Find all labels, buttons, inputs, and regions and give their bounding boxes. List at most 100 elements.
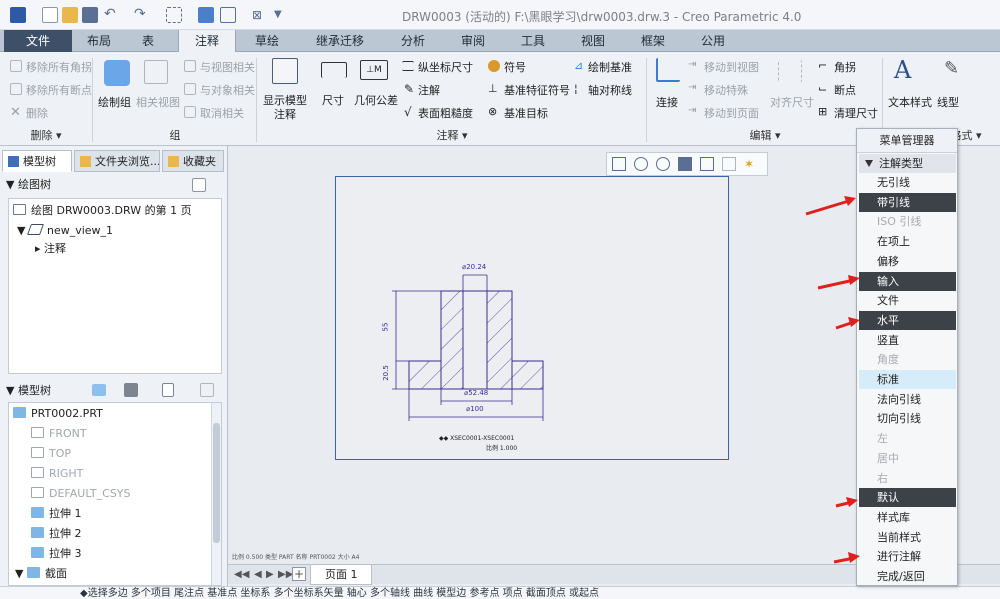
tree-item-right[interactable]: RIGHT <box>31 465 83 483</box>
annotate-group-label[interactable]: 注释 ▾ <box>258 127 646 145</box>
edit-group-label[interactable]: 编辑 ▾ <box>648 127 882 145</box>
regenerate-icon[interactable] <box>198 7 214 23</box>
tree-settings-icon[interactable] <box>192 178 206 192</box>
menu-item[interactable]: 样式库 <box>859 508 956 527</box>
menu-item[interactable]: 竖直 <box>859 331 956 350</box>
page-tab[interactable]: 页面 1 <box>310 565 372 585</box>
related-view-button[interactable]: 相关视图 <box>136 94 180 110</box>
tab-tools[interactable]: 工具 <box>508 30 558 52</box>
remove-all-corners-button[interactable]: 移除所有角拐 <box>26 59 92 75</box>
dim-bottom-label[interactable]: ⌀100 <box>466 405 484 413</box>
tab-model-tree[interactable]: 模型树 <box>2 150 72 172</box>
menu-item[interactable]: 默认 <box>859 488 956 507</box>
symbol-button[interactable]: 符号 <box>504 59 526 75</box>
filter-icon[interactable] <box>200 383 214 397</box>
relate-to-view-button[interactable]: 与视图相关 <box>200 59 255 75</box>
dim-mid-label[interactable]: ⌀52.48 <box>464 389 488 397</box>
undo-icon[interactable]: ↶ <box>104 7 120 23</box>
tab-analysis[interactable]: 分析 <box>388 30 438 52</box>
menu-item[interactable]: 切向引线 <box>859 409 956 428</box>
draw-datum-button[interactable]: 绘制基准 <box>588 59 632 75</box>
tab-file[interactable]: 文件 <box>4 30 72 52</box>
chevron-down-icon[interactable]: ▼ <box>274 7 290 23</box>
next-page-icon[interactable]: ▶ <box>266 569 274 580</box>
delete-group-label[interactable]: 删除 ▾ <box>0 127 92 145</box>
windows-icon[interactable] <box>220 7 236 23</box>
settings-icon[interactable] <box>124 383 138 397</box>
display-style-icon[interactable] <box>700 157 714 171</box>
refit-icon[interactable] <box>612 157 626 171</box>
text-style-button[interactable]: 文本样式 <box>888 94 932 110</box>
open-folder-icon[interactable] <box>62 7 78 23</box>
dimension-button[interactable]: 尺寸 <box>322 92 344 108</box>
align-dimensions-button[interactable]: 对齐尺寸 <box>770 94 814 110</box>
zoom-out-icon[interactable] <box>656 157 670 171</box>
tree-item-csys[interactable]: DEFAULT_CSYS <box>31 485 131 503</box>
close-window-icon[interactable]: ⊠ <box>252 7 268 23</box>
first-page-icon[interactable]: ◀◀ <box>234 569 249 580</box>
cleanup-dimensions-button[interactable]: 清理尺寸 <box>834 105 878 121</box>
tree-item-front[interactable]: FRONT <box>31 425 87 443</box>
model-tree-header[interactable]: ▼ 模型树 <box>6 380 51 402</box>
tab-frame[interactable]: 框架 <box>628 30 678 52</box>
remove-all-breaks-button[interactable]: 移除所有断点 <box>26 82 92 98</box>
show-icon[interactable] <box>162 383 174 397</box>
move-special-button[interactable]: 移动特殊 <box>704 82 748 98</box>
tree-item-section[interactable]: ▼ 截面 <box>15 565 67 583</box>
tree-item-top[interactable]: TOP <box>31 445 71 463</box>
move-to-page-button[interactable]: 移动到页面 <box>704 105 759 121</box>
tree-item-annotation[interactable]: ▸ 注释 <box>35 240 66 258</box>
tab-view[interactable]: 视图 <box>568 30 618 52</box>
surface-finish-button[interactable]: 表面粗糙度 <box>418 105 473 121</box>
scrollbar-thumb[interactable] <box>213 423 220 543</box>
tab-common[interactable]: 公用 <box>688 30 738 52</box>
tab-favorites[interactable]: 收藏夹 <box>162 150 224 172</box>
break-button[interactable]: 断点 <box>834 82 856 98</box>
menu-item[interactable]: 带引线 <box>859 193 956 212</box>
line-style-button[interactable]: 线型 <box>937 94 959 110</box>
axis-symmetry-button[interactable]: 轴对称线 <box>588 82 632 98</box>
delete-button[interactable]: 删除 <box>26 105 48 121</box>
save-icon[interactable] <box>82 7 98 23</box>
menu-section-note-types[interactable]: 注解类型 <box>859 154 956 173</box>
tab-sketch[interactable]: 草绘 <box>242 30 292 52</box>
geometric-tolerance-button[interactable]: 几何公差 <box>354 92 398 108</box>
tab-folder-browser[interactable]: 文件夹浏览... <box>74 150 160 172</box>
menu-item[interactable]: 无引线 <box>859 173 956 192</box>
tree-item-part[interactable]: PRT0002.PRT <box>13 405 103 423</box>
new-file-icon[interactable] <box>42 7 58 23</box>
app-icon[interactable] <box>10 7 26 23</box>
prev-page-icon[interactable]: ◀ <box>254 569 262 580</box>
draw-group-button[interactable]: 绘制组 <box>98 94 131 110</box>
select-box-icon[interactable] <box>166 7 182 23</box>
drawing-tree-header[interactable]: ▼ 绘图树 <box>6 174 51 196</box>
tree-item-extrude-1[interactable]: 拉伸 1 <box>31 505 82 523</box>
tree-item-extrude-2[interactable]: 拉伸 2 <box>31 525 82 543</box>
menu-item[interactable]: 进行注解 <box>859 547 956 566</box>
datum-display-icon[interactable]: ✶ <box>744 157 758 171</box>
datum-target-button[interactable]: 基准目标 <box>504 105 548 121</box>
tab-table[interactable]: 表 <box>128 30 168 52</box>
tab-legacy-migration[interactable]: 继承迁移 <box>302 30 378 52</box>
unrelate-button[interactable]: 取消相关 <box>200 105 244 121</box>
tab-annotate[interactable]: 注释 <box>178 30 236 53</box>
dim-height-label[interactable]: 55 <box>381 323 389 332</box>
menu-item[interactable]: 法向引线 <box>859 390 956 409</box>
redo-icon[interactable]: ↷ <box>134 7 150 23</box>
corner-button[interactable]: 角拐 <box>834 59 856 75</box>
menu-item[interactable]: 在项上 <box>859 232 956 251</box>
menu-item[interactable]: 水平 <box>859 311 956 330</box>
tree-item-drawing[interactable]: 绘图 DRW0003.DRW 的第 1 页 <box>13 202 192 220</box>
zoom-in-icon[interactable] <box>634 157 648 171</box>
tab-layout[interactable]: 布局 <box>76 30 122 52</box>
note-button[interactable]: 注解 <box>418 82 440 98</box>
tree-item-extrude-3[interactable]: 拉伸 3 <box>31 545 82 563</box>
relate-to-object-button[interactable]: 与对象相关 <box>200 82 255 98</box>
add-page-icon[interactable]: + <box>292 567 306 581</box>
connect-button[interactable]: 连接 <box>656 94 678 110</box>
display-icon[interactable] <box>92 384 106 396</box>
menu-item[interactable]: 标准 <box>859 370 956 389</box>
dim-flange-label[interactable]: 20.5 <box>382 365 390 381</box>
menu-item[interactable]: 文件 <box>859 291 956 310</box>
datum-feature-symbol-button[interactable]: 基准特征符号 <box>504 82 570 98</box>
